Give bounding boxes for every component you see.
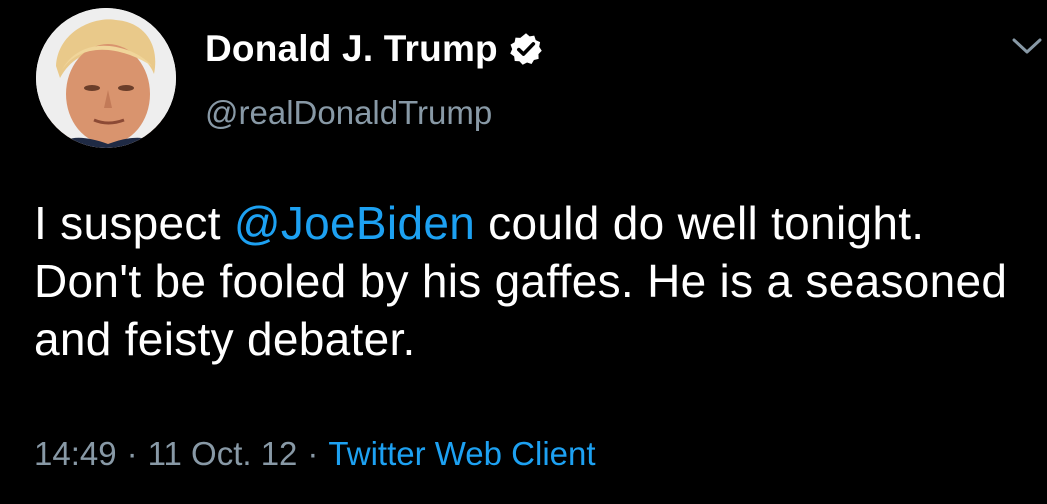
tweet-text: I suspect @JoeBiden could do well tonigh… — [34, 194, 1034, 368]
tweet-text-before: I suspect — [34, 197, 234, 249]
author-name-row: Donald J. Trump — [205, 24, 544, 74]
author-display-name[interactable]: Donald J. Trump — [205, 28, 498, 70]
meta-separator: · — [307, 435, 319, 472]
avatar-image — [36, 8, 176, 148]
chevron-down-icon[interactable] — [1010, 34, 1044, 58]
meta-separator: · — [126, 435, 138, 472]
mention-link[interactable]: @JoeBiden — [234, 197, 475, 249]
tweet-source-link[interactable]: Twitter Web Client — [328, 435, 595, 473]
author-handle[interactable]: @realDonaldTrump — [205, 94, 492, 132]
tweet-meta: 14:49 · 11 Oct. 12 · Twitter Web Client — [34, 430, 596, 478]
tweet-card: Donald J. Trump @realDonaldTrump I suspe… — [0, 0, 1047, 504]
verified-badge-icon — [508, 31, 544, 67]
tweet-date[interactable]: 11 Oct. 12 — [148, 435, 298, 473]
tweet-time[interactable]: 14:49 — [34, 435, 117, 473]
avatar[interactable] — [36, 8, 176, 148]
